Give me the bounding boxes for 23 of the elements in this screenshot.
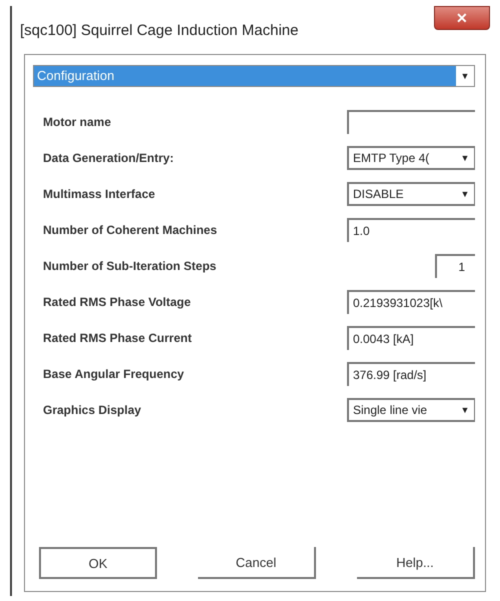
field-label: Motor name — [43, 115, 112, 129]
close-button[interactable]: ✕ — [434, 6, 490, 30]
input-field[interactable]: 0.0043 [kA] — [347, 326, 475, 350]
input-field[interactable]: 376.99 [rad/s] — [347, 362, 475, 386]
field-label: Graphics Display — [43, 403, 142, 417]
section-dropdown[interactable]: Configuration ▼ — [33, 65, 475, 87]
field-label: Rated RMS Phase Current — [43, 331, 192, 345]
field-label: Number of Sub-Iteration Steps — [43, 259, 216, 273]
field-label: Multimass Interface — [43, 187, 156, 201]
dialog-button[interactable]: Cancel — [198, 547, 316, 579]
field-label: Number of Coherent Machines — [43, 223, 218, 237]
window-title: [sqc100] Squirrel Cage Induction Machine — [20, 22, 298, 39]
input-field[interactable]: 1.0 — [347, 218, 475, 242]
dialog-button[interactable]: OK — [39, 547, 157, 579]
field-label: Rated RMS Phase Voltage — [43, 295, 191, 309]
field-label: Base Angular Frequency — [43, 367, 184, 381]
field-label: Data Generation/Entry: — [43, 151, 174, 165]
dropdown[interactable]: DISABLE ▼ — [347, 182, 475, 206]
dropdown[interactable]: EMTP Type 4( ▼ — [347, 146, 475, 170]
dropdown[interactable]: Single line vie ▼ — [347, 398, 475, 422]
input-field[interactable]: 0.2193931023[k\ — [347, 290, 475, 314]
dialog-button[interactable]: Help... — [357, 547, 475, 579]
input-field[interactable]: 1 — [435, 254, 475, 278]
